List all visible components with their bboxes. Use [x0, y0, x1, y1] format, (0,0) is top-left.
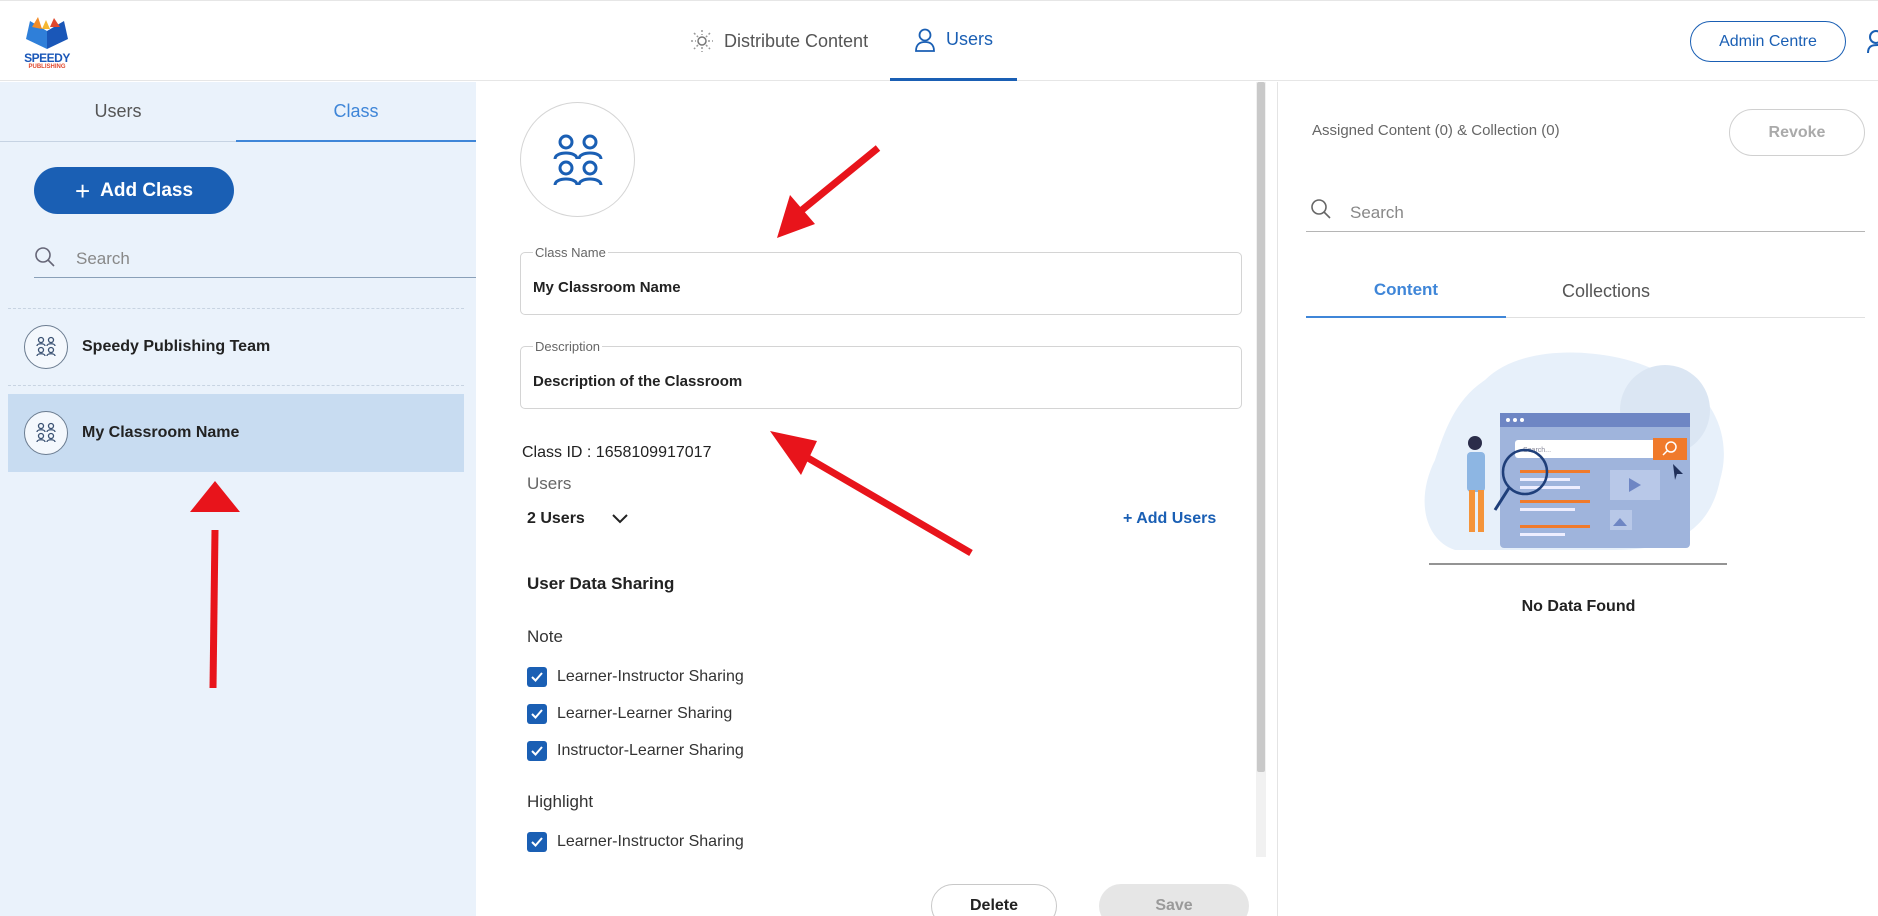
search-icon — [34, 246, 56, 273]
note-learner-learner-checkbox[interactable]: Learner-Learner Sharing — [527, 704, 732, 724]
class-name-value: My Classroom Name — [533, 279, 681, 296]
group-avatar-icon — [24, 325, 68, 369]
tab-users[interactable]: Users — [0, 82, 236, 142]
plus-icon: + — [74, 175, 91, 206]
content-search-input[interactable] — [1350, 196, 1850, 230]
distribute-icon — [690, 29, 714, 53]
users-count: 2 Users — [527, 510, 585, 527]
tab-content[interactable]: Content — [1306, 264, 1506, 318]
logo-subtext: PUBLISHING — [28, 64, 66, 70]
class-list-item-selected[interactable]: My Classroom Name — [8, 394, 464, 472]
highlight-section-label: Highlight — [527, 792, 594, 811]
book-logo-icon — [26, 17, 68, 49]
class-search — [34, 242, 476, 278]
group-icon — [553, 134, 602, 185]
assigned-summary: Assigned Content (0) & Collection (0) — [1312, 122, 1560, 139]
class-name-field[interactable]: Class Name My Classroom Name — [520, 245, 1242, 315]
class-id: Class ID : 1658109917017 — [522, 444, 712, 461]
checkbox-label: Learner-Learner Sharing — [557, 705, 733, 722]
checkbox-label: Instructor-Learner Sharing — [557, 742, 744, 759]
users-label: Users — [527, 474, 572, 493]
empty-state-illustration: Search... — [1424, 352, 1727, 565]
add-class-label: Add Class — [100, 179, 194, 201]
checkmark-icon — [527, 832, 547, 852]
class-detail-panel: Class Name My Classroom Name Description… — [476, 82, 1278, 916]
class-avatar — [520, 102, 635, 217]
logo-wordmark: SPEEDY — [24, 51, 70, 65]
content-tabs: Content Collections — [1306, 264, 1865, 318]
save-button[interactable]: Save — [1099, 884, 1249, 916]
description-field[interactable]: Description Description of the Classroom — [520, 339, 1242, 409]
checkbox-label: Learner-Instructor Sharing — [557, 833, 744, 850]
nav-users[interactable]: Users — [890, 1, 1017, 81]
nav-users-label: Users — [945, 29, 993, 49]
note-learner-instructor-checkbox[interactable]: Learner-Instructor Sharing — [527, 667, 744, 687]
admin-centre-button[interactable]: Admin Centre — [1690, 21, 1846, 62]
search-icon — [1310, 198, 1332, 225]
assigned-content-panel: Assigned Content (0) & Collection (0) Re… — [1279, 82, 1878, 916]
app-logo[interactable]: SPEEDY PUBLISHING — [20, 15, 74, 71]
user-data-sharing-title: User Data Sharing — [527, 574, 675, 593]
tab-collections[interactable]: Collections — [1506, 264, 1706, 318]
group-avatar-icon — [24, 411, 68, 455]
user-icon — [914, 28, 936, 52]
scrollbar-thumb[interactable] — [1257, 82, 1265, 772]
checkmark-icon — [527, 704, 547, 724]
revoke-button[interactable]: Revoke — [1729, 109, 1865, 156]
description-label: Description — [533, 339, 603, 354]
users-dropdown[interactable]: 2 Users — [527, 510, 629, 528]
class-name-label: Class Name — [533, 245, 608, 260]
no-data-message: No Data Found — [1521, 598, 1636, 615]
description-value: Description of the Classroom — [533, 373, 743, 390]
class-item-name: Speedy Publishing Team — [82, 338, 271, 355]
class-list-item[interactable]: Speedy Publishing Team — [8, 308, 464, 386]
class-search-input[interactable] — [76, 242, 456, 276]
class-item-name: My Classroom Name — [82, 424, 240, 441]
add-class-button[interactable]: + Add Class — [34, 167, 234, 214]
note-instructor-learner-checkbox[interactable]: Instructor-Learner Sharing — [527, 741, 744, 761]
tab-class[interactable]: Class — [236, 82, 476, 142]
delete-button[interactable]: Delete — [931, 884, 1057, 916]
add-users-link[interactable]: + Add Users — [1123, 510, 1216, 528]
class-list-panel: Users Class + Add Class Speedy Publishin… — [0, 82, 476, 916]
nav-distribute-content[interactable]: Distribute Content — [690, 1, 868, 81]
highlight-learner-instructor-checkbox[interactable]: Learner-Instructor Sharing — [527, 832, 744, 852]
nav-distribute-label: Distribute Content — [724, 30, 869, 51]
checkmark-icon — [527, 667, 547, 687]
checkbox-label: Learner-Instructor Sharing — [557, 668, 744, 685]
note-section-label: Note — [527, 627, 563, 646]
profile-icon[interactable] — [1866, 29, 1878, 60]
checkmark-icon — [527, 741, 547, 761]
chevron-down-icon — [611, 513, 629, 525]
content-search — [1306, 192, 1865, 232]
top-bar: SPEEDY PUBLISHING Distribute Content Use… — [0, 0, 1878, 81]
